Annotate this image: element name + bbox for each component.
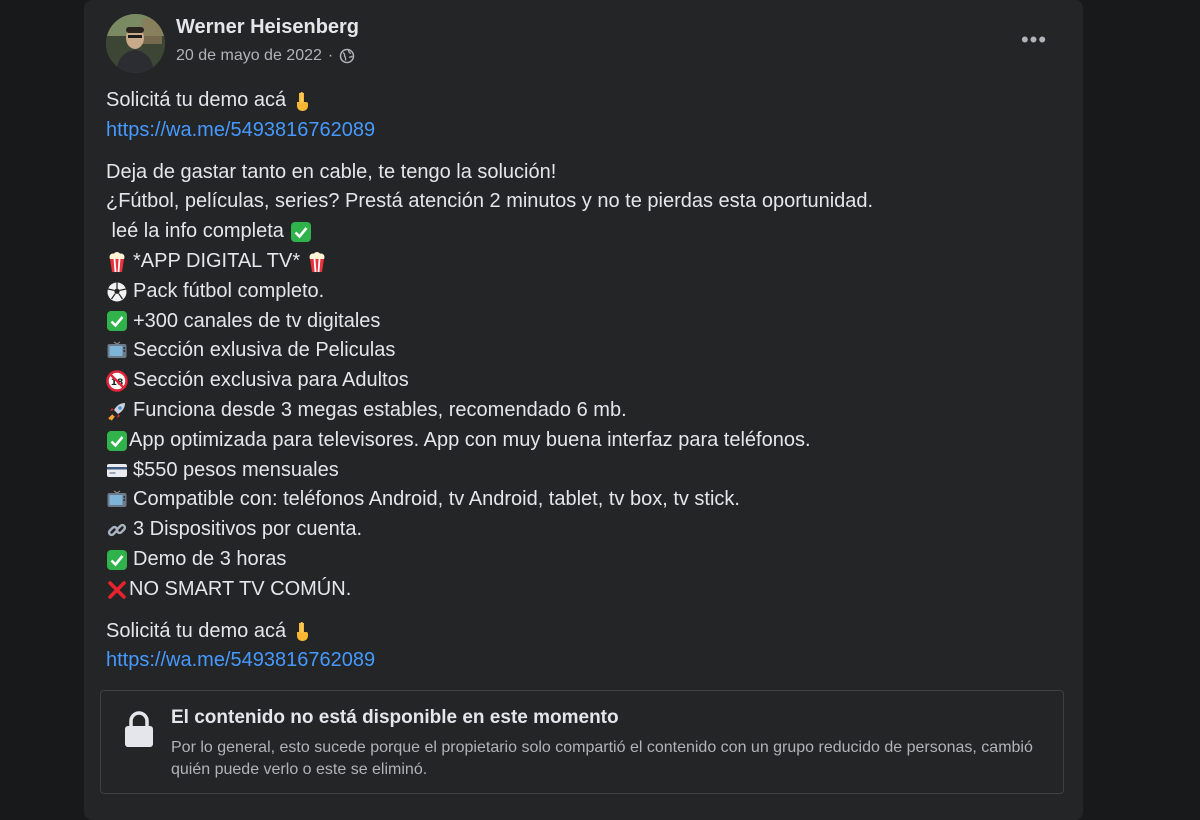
unavailable-title: El contenido no está disponible en este … [171,707,619,728]
tv-icon [106,489,128,511]
post-line: https://wa.me/5493816762089 [106,646,1046,676]
post-line: 3 Dispositivos por cuenta. [106,515,1046,545]
post-line: 18 Sección exclusiva para Adultos [106,366,1046,396]
check-mark-icon [106,310,128,332]
author-avatar[interactable] [106,14,165,73]
post-line-text: Deja de gastar tanto en cable, te tengo … [106,160,557,183]
post-line: Solicitá tu demo acá [106,86,1046,116]
credit-card-icon [106,459,128,481]
popcorn-icon [106,251,128,273]
post-meta: 20 de mayo de 2022 · [176,47,355,65]
post-line-text: Pack fútbol completo. [133,279,325,302]
post-line: Solicitá tu demo acá [106,617,1046,647]
post-line-text: leé la info completa [106,220,284,243]
post-line: Pack fútbol completo. [106,277,1046,307]
post-line-text: 3 Dispositivos por cuenta. [133,518,363,541]
post-line-text: Compatible con: teléfonos Android, tv An… [133,488,740,511]
whatsapp-link[interactable]: https://wa.me/5493816762089 [106,116,375,146]
post-line: ¿Fútbol, películas, series? Prestá atenc… [106,187,1046,217]
post-line-text: +300 canales de tv digitales [133,309,381,332]
soccer-ball-icon [106,281,128,303]
check-mark-icon [290,221,312,243]
tv-icon [106,340,128,362]
pointing-down-icon [292,620,314,642]
link-icon [106,519,128,541]
post-line: https://wa.me/5493816762089 [106,116,1046,146]
post-line: Deja de gastar tanto en cable, te tengo … [106,158,1046,188]
post-line-text: Demo de 3 horas [133,547,287,570]
post-line-text: NO SMART TV COMÚN. [129,577,352,600]
whatsapp-link[interactable]: https://wa.me/5493816762089 [106,646,375,676]
check-mark-icon [106,549,128,571]
unavailable-description: Por lo general, esto sucede porque el pr… [171,739,1033,778]
post-line: Sección exlusiva de Peliculas [106,336,1046,366]
meta-separator: · [327,47,334,64]
post-line: $550 pesos mensuales [106,456,1046,486]
post-line: NO SMART TV COMÚN. [106,575,1046,605]
post-text: Solicitá tu demo acá https://wa.me/549381… [106,86,1046,676]
post-line-text: App optimizada para televisores. App con… [129,428,811,451]
post-line-text: $550 pesos mensuales [133,458,339,481]
post-line: +300 canales de tv digitales [106,307,1046,337]
post-line-text: Funciona desde 3 megas estables, recomen… [133,398,627,421]
post-line-text: *APP DIGITAL TV* [133,249,301,272]
popcorn-icon [306,251,328,273]
post-line-text: Solicitá tu demo acá [106,89,287,111]
post-line: App optimizada para televisores. App con… [106,426,1046,456]
rocket-icon [106,400,128,422]
content-unavailable-box: El contenido no está disponible en este … [100,690,1064,794]
post-line-text: Sección exlusiva de Peliculas [133,339,396,362]
author-name[interactable]: Werner Heisenberg [176,16,359,39]
post-date[interactable]: 20 de mayo de 2022 [176,47,322,65]
post-line: leé la info completa [106,217,1046,247]
pointing-down-icon [292,90,314,112]
post-card: Werner Heisenberg 20 de mayo de 2022 · •… [84,0,1083,820]
more-options-button[interactable]: ••• [1014,27,1054,52]
post-line: *APP DIGITAL TV* [106,247,1046,277]
post-line-text: Sección exclusiva para Adultos [133,369,409,392]
post-line-text: ¿Fútbol, películas, series? Prestá atenc… [106,190,874,213]
globe-icon[interactable] [339,48,355,64]
post-line: Demo de 3 horas [106,545,1046,575]
check-mark-icon [106,430,128,452]
post-line: Compatible con: teléfonos Android, tv An… [106,485,1046,515]
cross-mark-icon [106,579,128,601]
post-line-text: Solicitá tu demo acá [106,619,287,642]
post-line: Funciona desde 3 megas estables, recomen… [106,396,1046,426]
no-under-18-icon: 18 [106,370,128,392]
lock-icon [121,709,157,749]
